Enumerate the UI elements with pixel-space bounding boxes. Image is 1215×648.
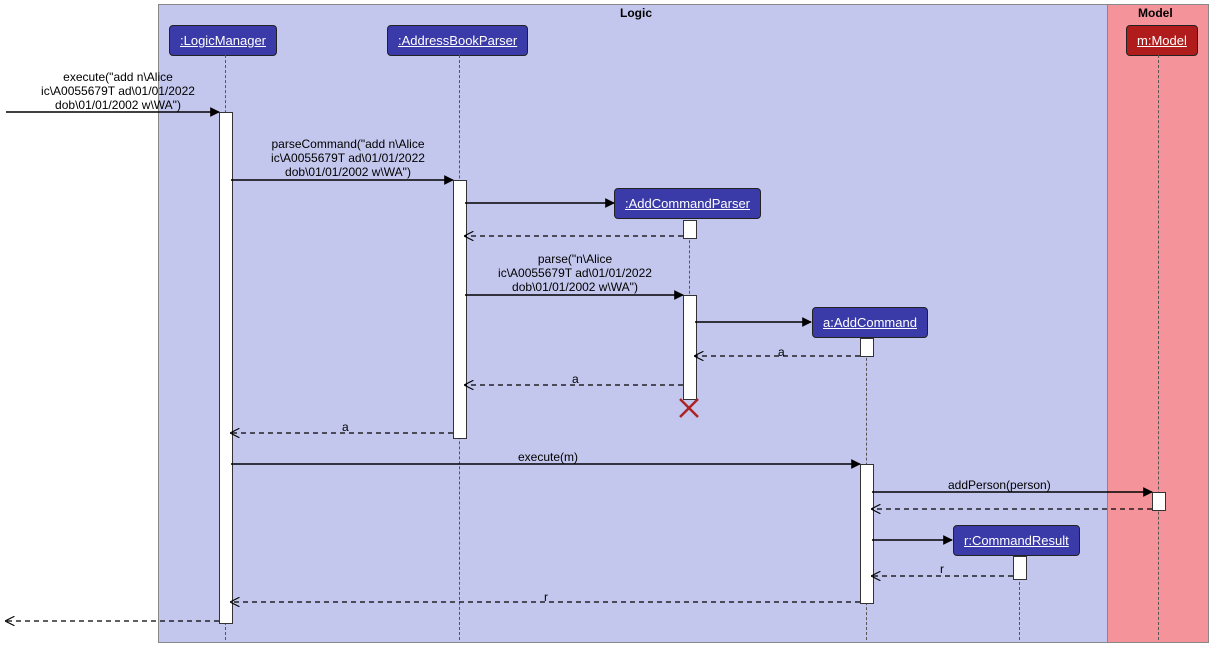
activation-command-result (1013, 556, 1027, 580)
participant-add-command: a:AddCommand (812, 307, 928, 338)
msg-parse: parse("n\Alice ic\A0055679T ad\01/01/202… (470, 252, 680, 294)
msg-return-a-1: a (778, 345, 785, 359)
participant-command-result: r:CommandResult (953, 525, 1080, 556)
sequence-diagram: Logic Model :LogicManager :AddressBookPa… (0, 0, 1215, 648)
activation-address-book-parser (453, 180, 467, 439)
msg-return-r-1: r (940, 562, 944, 576)
activation-add-command-1 (860, 338, 874, 357)
activation-add-command-parser-2 (683, 295, 697, 400)
msg-add-person: addPerson(person) (948, 478, 1051, 492)
activation-logic-manager (219, 112, 233, 624)
lifeline-model (1158, 55, 1159, 640)
msg-execute-m: execute(m) (518, 450, 578, 464)
activation-add-command-parser-1 (683, 220, 697, 239)
activation-add-command-2 (860, 464, 874, 604)
participant-add-command-parser: :AddCommandParser (614, 188, 761, 219)
frame-model-title: Model (1138, 6, 1173, 20)
msg-return-r-2: r (544, 590, 548, 604)
participant-logic-manager: :LogicManager (169, 25, 277, 56)
msg-parse-command: parseCommand("add n\Alice ic\A0055679T a… (243, 137, 453, 179)
msg-return-a-3: a (342, 420, 349, 434)
activation-model (1152, 492, 1166, 511)
participant-address-book-parser: :AddressBookParser (387, 25, 528, 56)
msg-return-a-2: a (572, 372, 579, 386)
msg-execute: execute("add n\Alice ic\A0055679T ad\01/… (18, 70, 218, 112)
participant-model: m:Model (1126, 25, 1198, 56)
frame-logic-title: Logic (620, 6, 652, 20)
